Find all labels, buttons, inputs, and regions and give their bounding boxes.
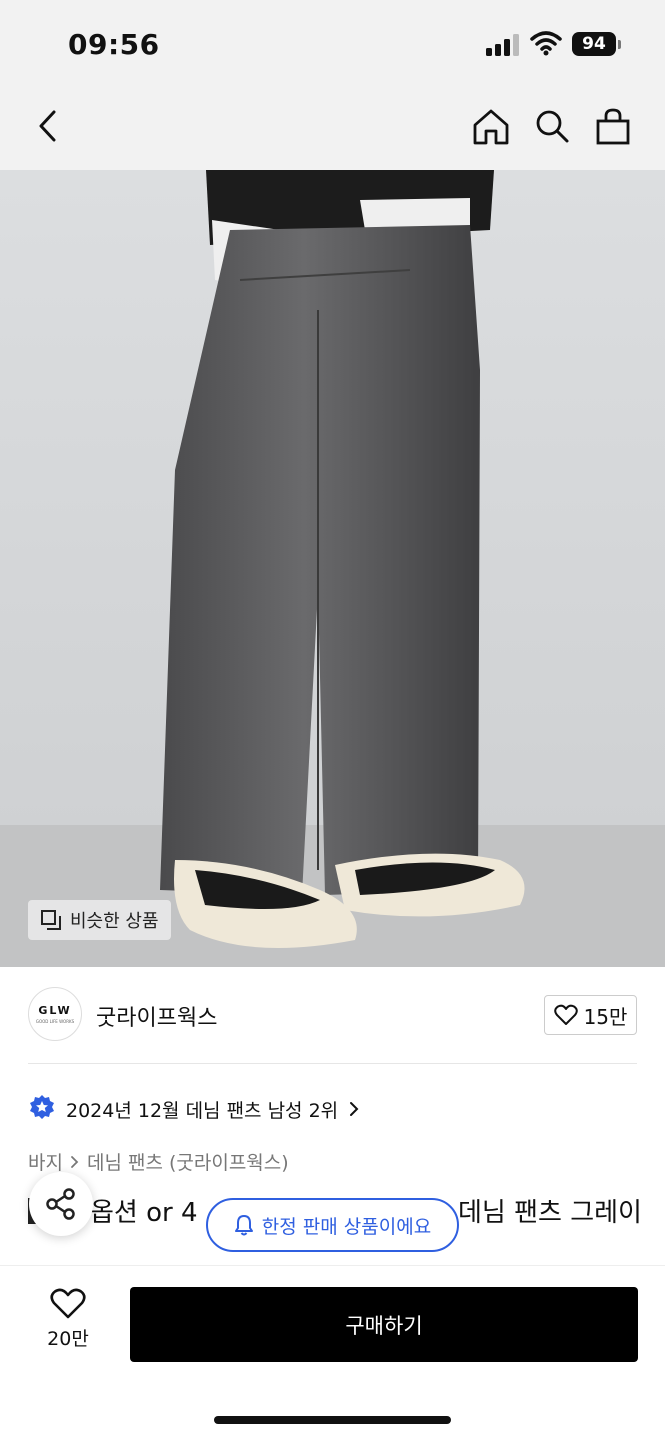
- ranking-badge-icon: [30, 1095, 54, 1119]
- brand-logo-text: GLW: [38, 1004, 72, 1017]
- similar-products-label: 비슷한 상품: [70, 911, 159, 932]
- battery-nub: [618, 40, 621, 49]
- share-button[interactable]: [29, 1172, 93, 1236]
- cellular-signal-icon: [486, 34, 520, 56]
- breadcrumb-category[interactable]: 바지: [28, 1148, 63, 1175]
- divider: [28, 1063, 637, 1064]
- back-icon[interactable]: [26, 104, 70, 148]
- home-icon[interactable]: [469, 104, 513, 148]
- cart-icon[interactable]: [591, 104, 635, 148]
- heart-icon: [553, 1004, 578, 1025]
- brand-name[interactable]: 굿라이프웍스: [96, 1000, 217, 1032]
- brand-row: GLW GOOD LIFE WORKS 굿라이프웍스 15만: [0, 967, 665, 1063]
- heart-icon: [50, 1288, 86, 1319]
- brand-logo-sub: GOOD LIFE WORKS: [35, 1019, 75, 1024]
- breadcrumb-subcategory[interactable]: 데님 팬츠 (굿라이프웍스): [87, 1148, 289, 1175]
- brand-like-button[interactable]: 15만: [544, 995, 637, 1035]
- buy-button[interactable]: 구매하기: [130, 1287, 638, 1362]
- limited-sale-text: 한정 판매 상품이에요: [261, 1215, 432, 1238]
- wifi-icon: [530, 31, 562, 56]
- top-nav: [0, 92, 665, 170]
- wishlist-count: 20만: [47, 1328, 89, 1350]
- ranking-text: 2024년 12월 데님 팬츠 남성 2위: [66, 1099, 339, 1122]
- search-icon[interactable]: [530, 104, 574, 148]
- chevron-right-icon: [350, 1102, 359, 1116]
- product-title-right: 데님 팬츠 그레이: [458, 1198, 642, 1228]
- brand-like-count: 15만: [583, 1004, 628, 1029]
- wishlist-button[interactable]: 20만: [28, 1288, 108, 1358]
- battery-indicator: 94: [572, 32, 616, 56]
- status-time: 09:56: [68, 28, 160, 61]
- status-bar: 09:56 94: [0, 0, 665, 92]
- breadcrumb-chevron-icon: [71, 1155, 79, 1168]
- copy-icon: [41, 910, 61, 930]
- brand-logo[interactable]: GLW GOOD LIFE WORKS: [28, 987, 82, 1041]
- similar-products-button[interactable]: 비슷한 상품: [28, 900, 171, 940]
- product-image[interactable]: 비슷한 상품: [0, 170, 665, 967]
- bell-icon: [234, 1215, 253, 1236]
- breadcrumb: 바지 데님 팬츠 (굿라이프웍스): [28, 1148, 289, 1175]
- ranking-link[interactable]: 2024년 12월 데님 팬츠 남성 2위: [28, 1094, 360, 1124]
- home-indicator: [214, 1416, 451, 1424]
- share-icon: [46, 1188, 75, 1220]
- limited-sale-badge: 한정 판매 상품이에요: [206, 1198, 459, 1252]
- jeans-photo: [0, 170, 665, 967]
- product-title-left: 옵션 or 4: [90, 1198, 198, 1228]
- bottom-bar: 20만 구매하기: [0, 1265, 665, 1440]
